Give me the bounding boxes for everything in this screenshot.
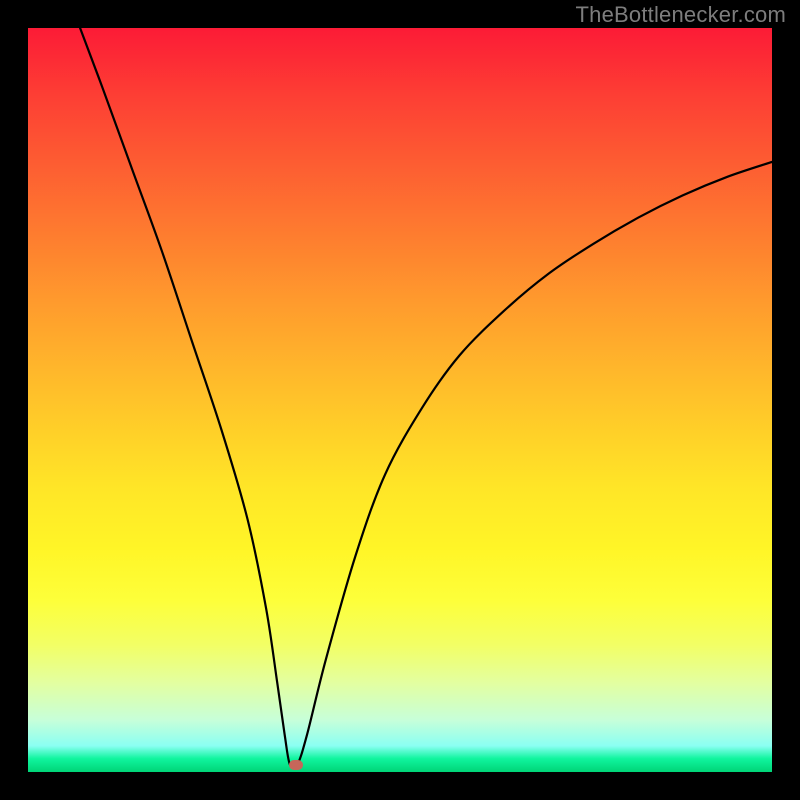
watermark-text: TheBottlenecker.com bbox=[576, 2, 786, 28]
optimal-point-marker bbox=[289, 760, 303, 770]
chart-frame: TheBottlenecker.com bbox=[0, 0, 800, 800]
plot-area bbox=[28, 28, 772, 772]
bottleneck-curve bbox=[28, 28, 772, 772]
